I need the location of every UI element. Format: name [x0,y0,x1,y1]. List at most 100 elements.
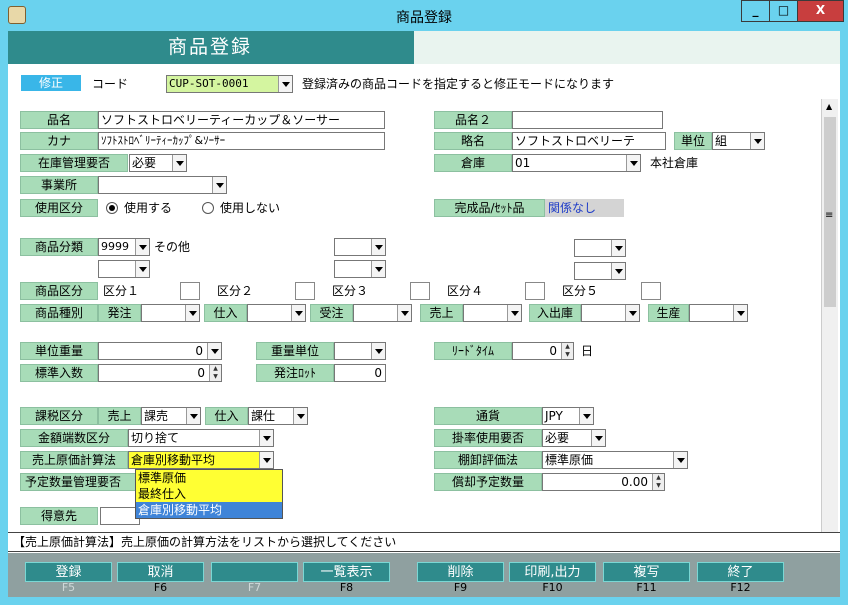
spinner-icon[interactable]: ▲ ▼ [561,343,573,359]
chevron-down-icon[interactable] [135,239,149,255]
dropdown-option[interactable]: 最終仕入 [136,486,282,502]
bunrui-select-4[interactable] [98,260,150,278]
juryo-input[interactable]: 0 [98,342,222,360]
dropdown-option-selected[interactable]: 倉庫別移動平均 [136,502,282,518]
jigyosho-select[interactable] [98,176,227,194]
chevron-down-icon[interactable] [291,305,305,321]
juchu-select[interactable] [353,304,412,322]
kakeritsu-select[interactable]: 必要 [542,429,606,447]
shiyou-on-label[interactable]: 使用する [124,200,172,216]
tsuka-select[interactable]: JPY [542,407,594,425]
chevron-down-icon[interactable] [293,408,307,424]
vertical-scrollbar[interactable]: ▲ ≡ [821,99,838,533]
spinner-icon[interactable]: ▲ ▼ [209,365,221,381]
chevron-down-icon[interactable] [750,133,764,149]
souko-select[interactable]: 01 [512,154,641,172]
chevron-down-icon[interactable] [172,155,186,171]
cancel-button[interactable]: 取消 [117,562,204,582]
kubun3-checkbox[interactable] [410,282,430,300]
bunrui-select-1[interactable]: 9999 [98,238,150,256]
kubun4-checkbox[interactable] [525,282,545,300]
register-button[interactable]: 登録 [25,562,112,582]
tanaoroshi-select[interactable]: 標準原価 [542,451,688,469]
kubun2-checkbox[interactable] [295,282,315,300]
shiyou-off-radio[interactable] [202,202,214,214]
chevron-down-icon[interactable] [371,343,385,359]
uriage-select[interactable] [463,304,522,322]
genka-dropdown-list[interactable]: 標準原価 最終仕入 倉庫別移動平均 [135,469,283,519]
seisan-select[interactable] [689,304,748,322]
bunrui-select-2[interactable] [334,238,386,256]
chevron-down-icon[interactable] [186,408,200,424]
chevron-down-icon[interactable] [397,305,411,321]
leadtime-input[interactable]: 0 ▲ ▼ [512,342,574,360]
bunrui-select-3[interactable] [574,239,626,257]
kazei-uri-select[interactable]: 課売 [141,407,201,425]
chevron-down-icon[interactable] [212,177,226,193]
chevron-down-icon[interactable] [507,305,521,321]
tokuisaki-input[interactable] [100,507,140,525]
print-button[interactable]: 印刷,出力 [509,562,596,582]
shiire-select[interactable] [247,304,306,322]
copy-button[interactable]: 複写 [603,562,690,582]
close-button[interactable]: X [797,0,844,22]
chevron-down-icon[interactable] [579,408,593,424]
chevron-down-icon[interactable] [626,155,640,171]
dropdown-option[interactable]: 標準原価 [136,470,282,486]
kazei-shi-value: 課仕 [251,409,276,423]
tani-select[interactable]: 組 [712,132,765,150]
fkey-label: F12 [730,581,751,594]
hasu-select[interactable]: 切り捨て [128,429,274,447]
shokyaku-input[interactable]: 0.00 ▲ ▼ [542,473,665,491]
chevron-down-icon[interactable] [185,305,199,321]
kubun1-checkbox[interactable] [180,282,200,300]
zaiko-select[interactable]: 必要 [129,154,187,172]
exit-button[interactable]: 終了 [697,562,784,582]
hinmei2-input[interactable] [512,111,663,129]
shiyou-on-radio[interactable] [106,202,118,214]
chevron-down-icon[interactable] [733,305,747,321]
scroll-up-icon[interactable]: ▲ [826,102,832,111]
chevron-down-icon[interactable] [278,76,292,92]
yotei-label: 予定数量管理要否 [20,473,138,491]
chevron-down-icon[interactable] [259,430,273,446]
chevron-down-icon[interactable] [625,305,639,321]
kazei-shi-select[interactable]: 課仕 [248,407,308,425]
genka-value: 倉庫別移動平均 [131,453,216,467]
hinmei-label: 品名 [20,111,98,129]
chevron-down-icon[interactable] [611,263,625,279]
chevron-down-icon[interactable] [259,452,273,468]
nyushukko-select[interactable] [581,304,640,322]
list-view-button[interactable]: 一覧表示 [303,562,390,582]
chevron-down-icon[interactable] [371,239,385,255]
minimize-button[interactable]: _ [741,0,770,22]
lot-input[interactable]: 0 [334,364,386,382]
maximize-button[interactable]: □ [769,0,798,22]
bunrui-select-5[interactable] [334,260,386,278]
genka-select[interactable]: 倉庫別移動平均 [128,451,274,469]
blank-button[interactable] [211,562,298,582]
kubun5-checkbox[interactable] [641,282,661,300]
hacchu-select[interactable] [141,304,200,322]
spinner-icon[interactable]: ▲ ▼ [652,474,664,490]
chevron-down-icon[interactable] [135,261,149,277]
hyoujun-input[interactable]: 0 ▲ ▼ [98,364,222,382]
tokuisaki-label: 得意先 [20,507,98,525]
chevron-down-icon[interactable] [673,452,687,468]
chevron-down-icon[interactable] [371,261,385,277]
shiyou-off-label[interactable]: 使用しない [220,200,280,216]
kubun5-label: 区分５ [562,284,599,298]
ryakumei-input[interactable]: ソフトストロベリーテ [512,132,666,150]
chevron-down-icon[interactable] [591,430,605,446]
delete-button[interactable]: 削除 [417,562,504,582]
juryotani-select[interactable] [334,342,386,360]
bunrui-select-6[interactable] [574,262,626,280]
chevron-down-icon[interactable] [207,343,221,359]
hinmei-input[interactable]: ソフトストロベリーティーカップ＆ソーサー [98,111,385,129]
code-select[interactable]: CUP-SOT-0001 [166,75,293,93]
chevron-down-icon[interactable] [611,240,625,256]
kana-input[interactable]: ｿﾌﾄｽﾄﾛﾍﾞﾘｰﾃｨｰｶｯﾌﾟ&ｿｰｻｰ [98,132,385,150]
genka-label: 売上原価計算法 [20,451,128,469]
hinmei2-label: 品名２ [434,111,512,129]
bunrui-value: 9999 [101,240,129,253]
